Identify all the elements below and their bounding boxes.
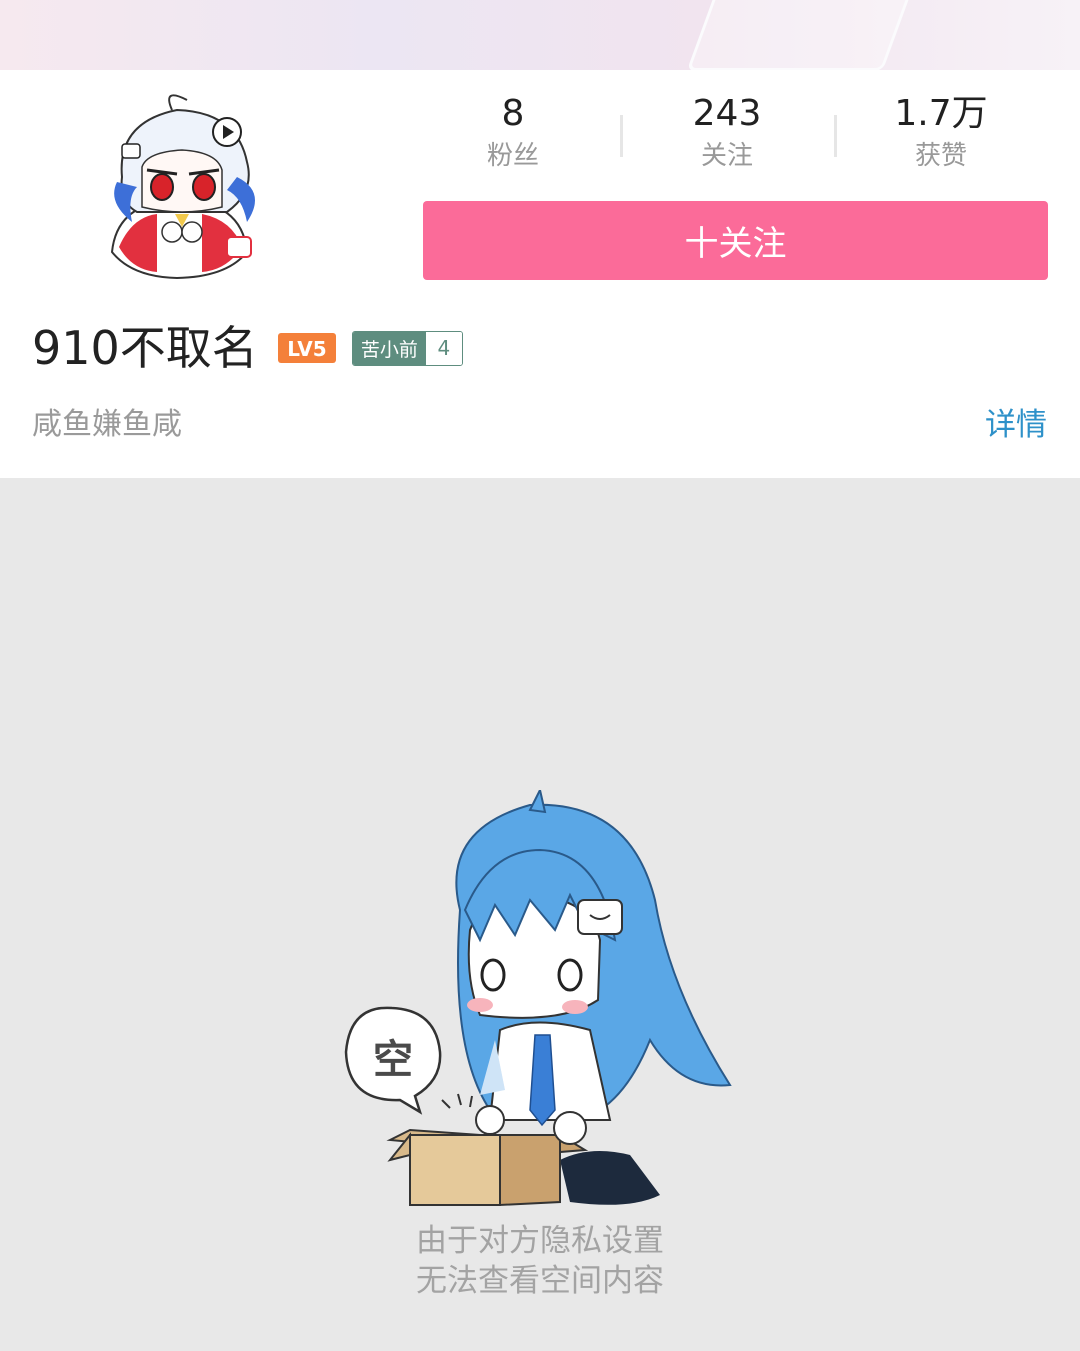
name-row: 910不取名 LV5 苦小前 4	[32, 318, 463, 378]
profile-card: 8 粉丝 243 关注 1.7万 获赞 十关注 910不取名 LV5 苦小前 4…	[0, 70, 1080, 478]
level-badge-icon[interactable]: LV5	[277, 333, 336, 363]
stat-label: 关注	[700, 141, 753, 171]
medal-name: 苦小前	[352, 331, 426, 365]
user-signature: 咸鱼嫌鱼咸	[32, 407, 182, 442]
medal-level: 4	[425, 331, 462, 365]
detail-link[interactable]: 详情	[985, 405, 1047, 445]
empty-box-mascot-icon: 空	[344, 790, 732, 1207]
stat-value: 1.7万	[894, 93, 988, 134]
stat-label: 粉丝	[486, 141, 539, 171]
stat-following[interactable]: 243 关注	[620, 93, 834, 185]
privacy-message-line-2: 无法查看空间内容	[416, 1263, 664, 1299]
stat-value: 243	[692, 93, 762, 134]
banner-decoration	[686, 0, 920, 70]
follow-button[interactable]: 十关注	[423, 201, 1048, 280]
avatar[interactable]	[77, 82, 287, 292]
stat-fans[interactable]: 8 粉丝	[406, 93, 620, 185]
stat-value: 8	[501, 93, 525, 134]
username: 910不取名	[32, 321, 258, 375]
fan-medal[interactable]: 苦小前 4	[351, 330, 463, 366]
stat-likes[interactable]: 1.7万 获赞	[834, 93, 1048, 185]
privacy-message-line-1: 由于对方隐私设置	[416, 1223, 664, 1259]
stats-bar: 8 粉丝 243 关注 1.7万 获赞	[406, 93, 1048, 185]
profile-banner	[0, 0, 1080, 70]
speech-bubble-text: 空	[373, 1037, 413, 1083]
anime-mascot-avatar-icon	[77, 82, 287, 292]
stat-label: 获赞	[914, 141, 967, 171]
level-badge-text: LV5	[287, 337, 326, 361]
